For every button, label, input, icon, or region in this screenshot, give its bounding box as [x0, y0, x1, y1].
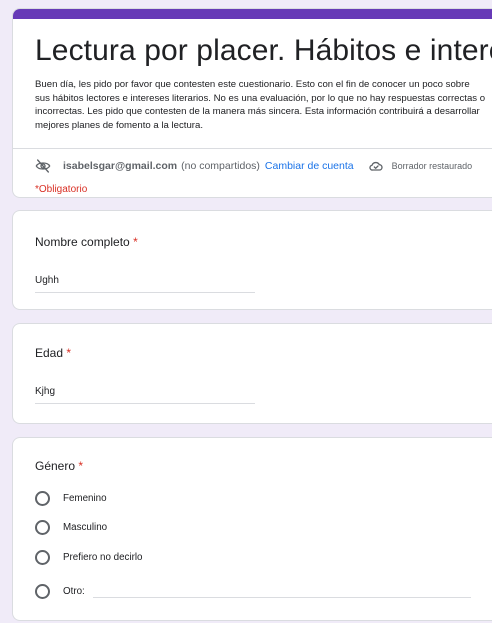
- form-title: Lectura por placer. Hábitos e intereses: [35, 34, 492, 67]
- radio-button-icon[interactable]: [35, 583, 50, 599]
- option-label: Prefiero no decirlo: [63, 551, 143, 563]
- gender-option-masculino[interactable]: Masculino: [35, 519, 107, 535]
- form-header-card: Lectura por placer. Hábitos e intereses …: [12, 8, 492, 198]
- age-input[interactable]: Kjhg: [35, 385, 255, 404]
- name-input[interactable]: Ughh: [35, 274, 255, 293]
- required-asterisk: *: [133, 235, 138, 249]
- question-title-text: Edad: [35, 346, 64, 360]
- draft-status: Borrador restaurado: [391, 161, 473, 171]
- question-title-text: Género: [35, 459, 76, 473]
- other-text-input[interactable]: [93, 597, 471, 598]
- radio-button-icon[interactable]: [35, 490, 50, 506]
- option-label: Femenino: [63, 492, 107, 504]
- form-description: Buen día, les pido por favor que contest…: [35, 79, 486, 131]
- gender-option-prefiero-no-decirlo[interactable]: Prefiero no decirlo: [35, 549, 143, 565]
- gender-option-femenino[interactable]: Femenino: [35, 490, 107, 506]
- not-shared-note: (no compartidos): [181, 160, 260, 172]
- radio-button-icon[interactable]: [35, 549, 50, 565]
- switch-account-link[interactable]: Cambiar de cuenta: [265, 160, 354, 172]
- option-label: Otro:: [63, 585, 85, 597]
- eye-off-icon: [35, 158, 51, 174]
- question-card-age: Edad * Kjhg: [12, 323, 492, 424]
- question-title-text: Nombre completo: [35, 235, 130, 249]
- cloud-check-icon: [368, 158, 384, 174]
- gender-option-otro[interactable]: Otro:: [35, 583, 85, 599]
- question-title: Edad *: [35, 346, 71, 360]
- option-label: Masculino: [63, 521, 108, 533]
- required-asterisk: *: [78, 459, 84, 473]
- account-email: isabelsgar@gmail.com: [63, 160, 178, 172]
- required-note: *Obligatorio: [35, 184, 88, 195]
- header-divider: [13, 148, 492, 149]
- question-title: Género *: [35, 459, 83, 473]
- required-asterisk: *: [66, 346, 72, 360]
- question-card-gender: Género * Femenino Masculino Prefiero no …: [12, 437, 492, 621]
- header-accent-bar: [13, 9, 492, 19]
- question-card-name: Nombre completo * Ughh: [12, 210, 492, 310]
- account-row: isabelsgar@gmail.com (no compartidos) Ca…: [35, 158, 472, 174]
- question-title: Nombre completo *: [35, 235, 138, 249]
- radio-button-icon[interactable]: [35, 519, 50, 535]
